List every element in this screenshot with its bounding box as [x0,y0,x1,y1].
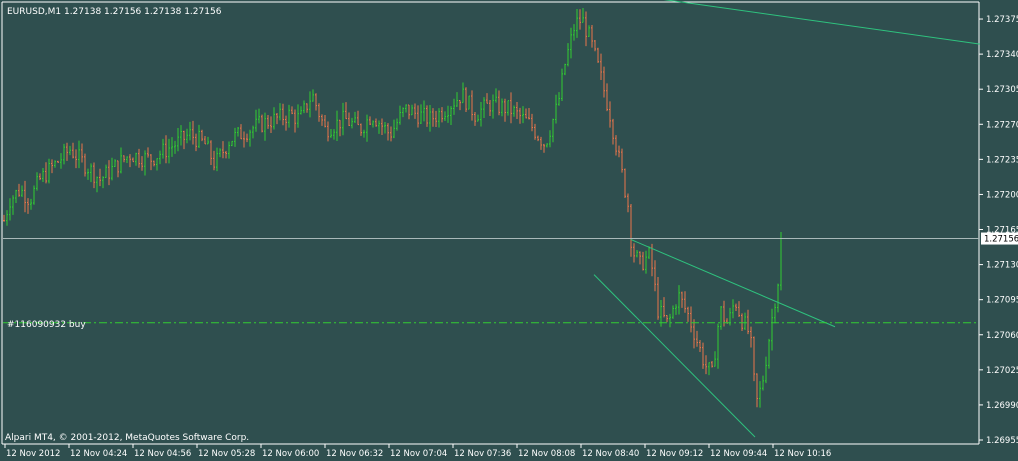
order-label: #116090932 buy [7,320,86,330]
price-tick-label: 1.27095 [986,296,1018,306]
time-tick-label: 12 Nov 08:08 [518,449,575,459]
current-price-label: 1.27156 [984,235,1018,245]
price-chart[interactable]: 1.27375 1.27340 1.27305 1.27270 1.27235 1.272… [0,0,1018,461]
price-tick-label: 1.26990 [986,401,1018,411]
chart-window[interactable]: 1.27375 1.27340 1.27305 1.27270 1.27235 1.272… [0,0,1018,461]
chart-background [0,0,1018,461]
time-tick-label: 12 Nov 06:32 [326,449,383,459]
price-tick-label: 1.27305 [986,85,1018,95]
time-tick-label: 12 Nov 08:40 [582,449,639,459]
time-tick-label: 12 Nov 07:04 [390,449,447,459]
time-tick-label: 12 Nov 04:24 [70,449,127,459]
price-tick-label: 1.27270 [986,120,1018,130]
time-tick-label: 12 Nov 06:00 [262,449,319,459]
time-tick-label: 12 Nov 09:12 [646,449,703,459]
time-tick-label: 12 Nov 05:28 [198,449,255,459]
time-tick-label: 12 Nov 10:16 [774,449,831,459]
price-tick-label: 1.27130 [986,261,1018,271]
symbol-info: EURUSD,M1 1.27138 1.27156 1.27138 1.2715… [7,7,222,17]
time-tick-label: 12 Nov 04:56 [134,449,191,459]
price-tick-label: 1.27340 [986,50,1018,60]
price-tick-label: 1.27235 [986,155,1018,165]
price-tick-label: 1.27060 [986,331,1018,341]
price-tick-label: 1.27025 [986,366,1018,376]
copyright-text: Alpari MT4, © 2001-2012, MetaQuotes Soft… [5,433,249,443]
time-tick-label: 12 Nov 07:36 [454,449,511,459]
price-tick-label: 1.27375 [986,15,1018,25]
price-tick-label: 1.26955 [986,436,1018,446]
price-tick-label: 1.27200 [986,190,1018,200]
time-tick-label: 12 Nov 09:44 [710,449,767,459]
time-tick-label: 12 Nov 2012 [6,449,60,459]
